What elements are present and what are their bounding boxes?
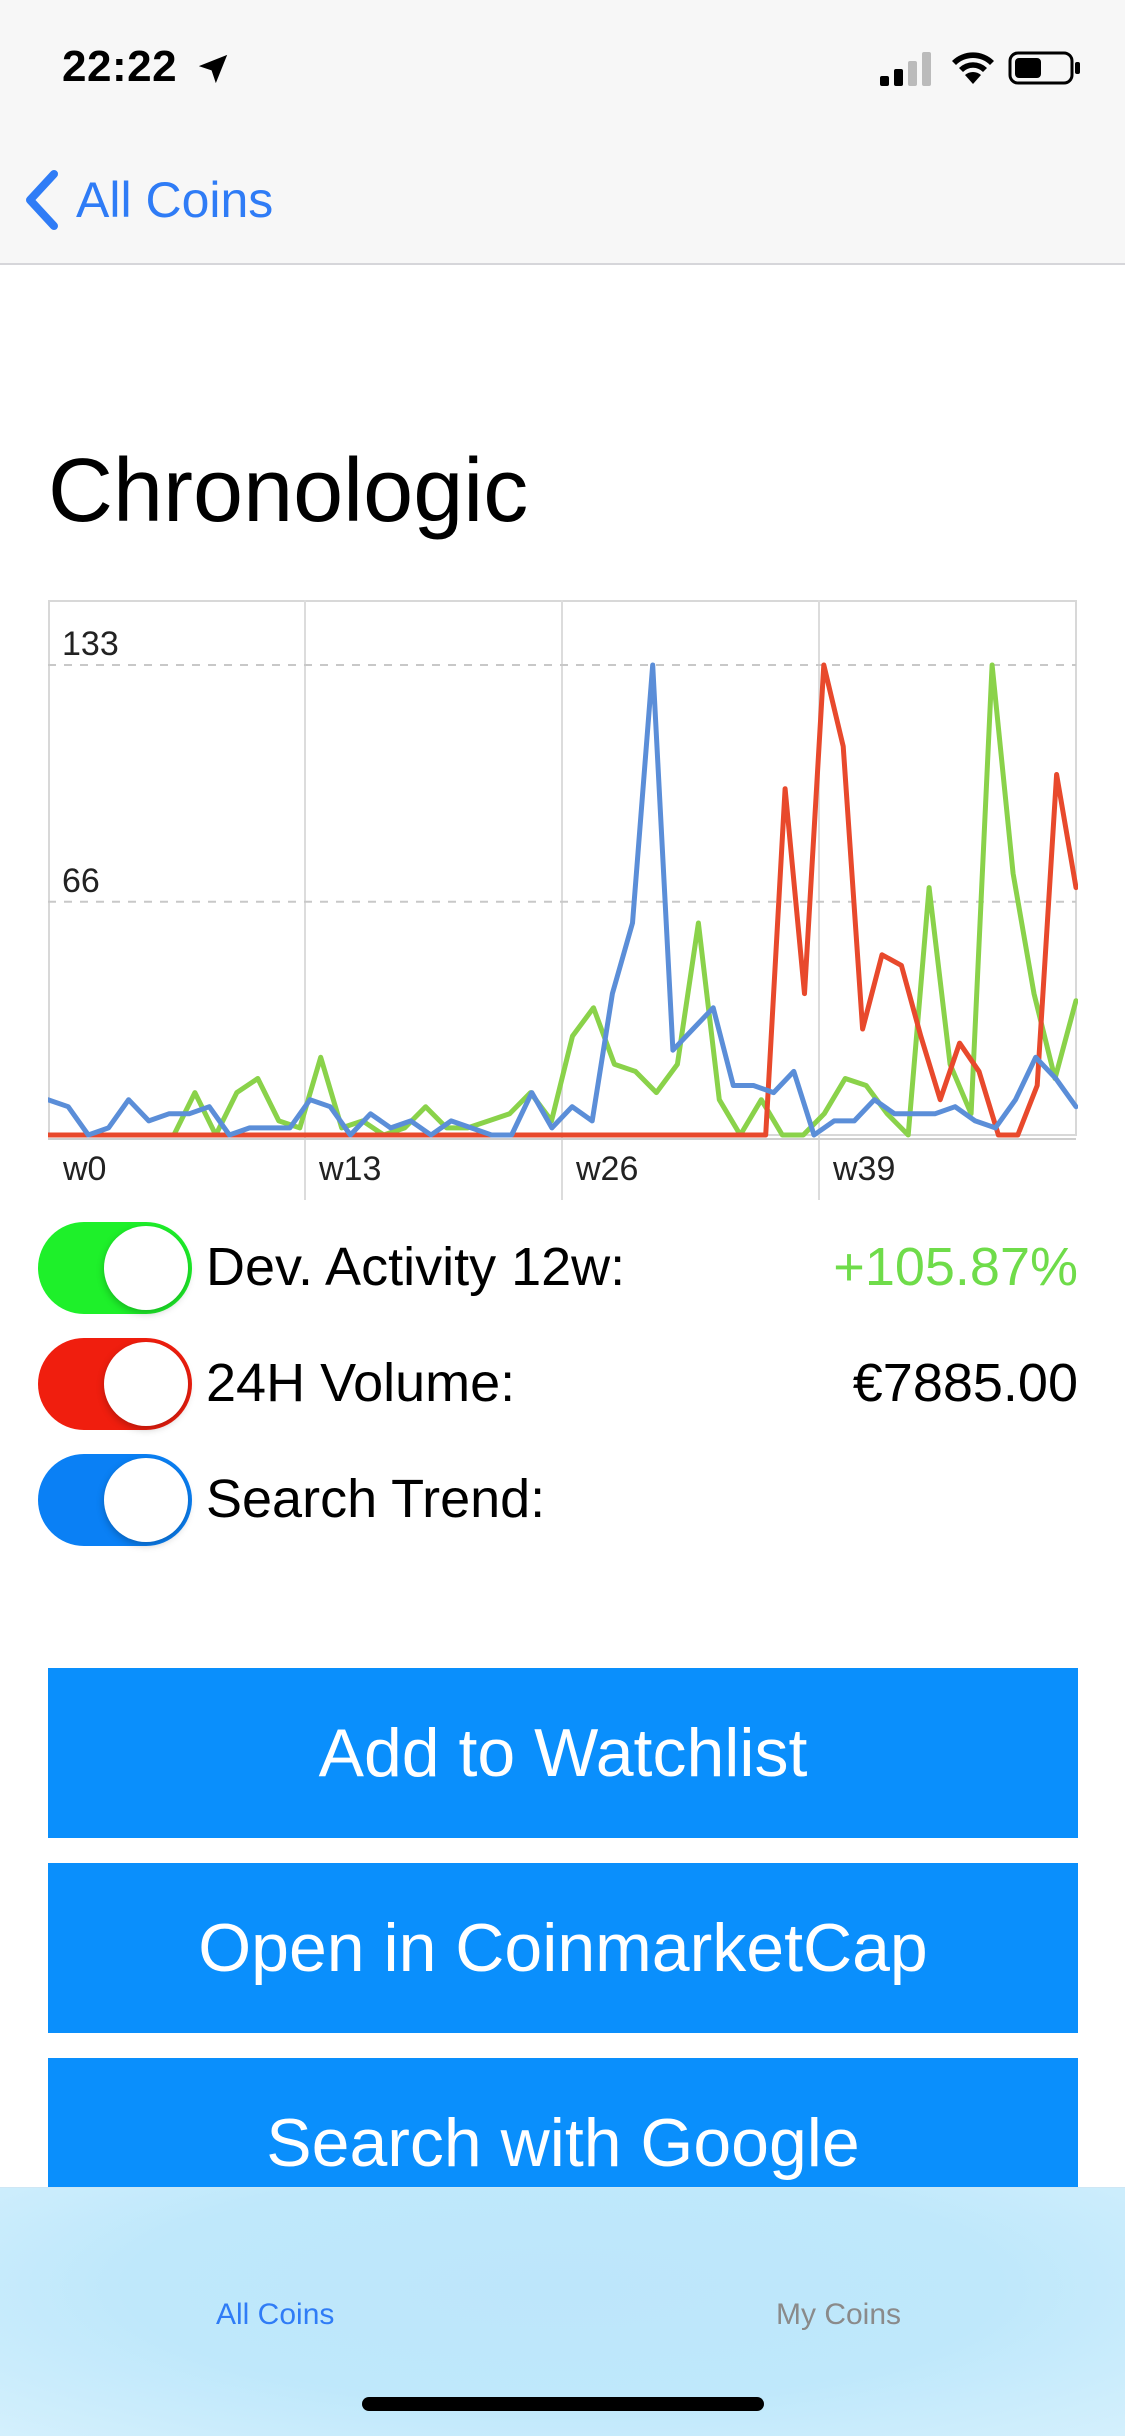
- x-tick-label: w13: [318, 1150, 381, 1188]
- metric-row-dev-activity: Dev. Activity 12w: +105.87%: [38, 1222, 1078, 1322]
- home-indicator: [362, 2397, 764, 2411]
- chart-svg: w0 w13 w26 w39 133 66: [48, 600, 1078, 1200]
- volume-value: €7885.00: [852, 1353, 1078, 1413]
- dev-activity-value: +105.87%: [833, 1237, 1078, 1297]
- chevron-left-icon: [26, 170, 58, 230]
- navigation-bar: All Coins: [0, 132, 1125, 265]
- volume-toggle[interactable]: [38, 1338, 192, 1430]
- wifi-icon: [952, 52, 994, 84]
- add-to-watchlist-button[interactable]: Add to Watchlist: [48, 1668, 1078, 1838]
- status-bar: 22:22: [0, 0, 1125, 132]
- open-coinmarketcap-button[interactable]: Open in CoinmarketCap: [48, 1863, 1078, 2033]
- tab-my-coins[interactable]: My Coins: [776, 2298, 901, 2332]
- dev-activity-toggle[interactable]: [38, 1222, 192, 1314]
- toggle-knob: [104, 1458, 188, 1542]
- y-tick-label: 133: [62, 625, 119, 663]
- page-title: Chronologic: [48, 441, 529, 541]
- battery-icon: [1008, 51, 1080, 85]
- x-tick-label: w26: [575, 1150, 638, 1188]
- metric-row-search-trend: Search Trend:: [38, 1454, 1078, 1554]
- y-tick-label: 66: [62, 862, 100, 900]
- cellular-signal-icon: [880, 52, 931, 86]
- search-trend-toggle[interactable]: [38, 1454, 192, 1546]
- volume-label: 24H Volume:: [206, 1353, 516, 1413]
- toggle-knob: [104, 1226, 188, 1310]
- x-tick-label: w0: [62, 1150, 106, 1188]
- toggle-knob: [104, 1342, 188, 1426]
- status-time: 22:22: [62, 42, 178, 91]
- search-trend-label: Search Trend:: [206, 1469, 546, 1529]
- metric-row-24h-volume: 24H Volume: €7885.00: [38, 1338, 1078, 1438]
- back-button-label: All Coins: [76, 172, 274, 228]
- dev-activity-label: Dev. Activity 12w:: [206, 1237, 626, 1297]
- screen: 22:22 All Coins Chronologic w0 w13 w26 w…: [0, 0, 1125, 2436]
- line-chart: w0 w13 w26 w39 133 66: [48, 600, 1078, 1200]
- location-arrow-icon: [198, 54, 228, 84]
- tab-all-coins[interactable]: All Coins: [216, 2298, 334, 2332]
- back-button[interactable]: All Coins: [22, 164, 273, 236]
- x-tick-label: w39: [832, 1150, 895, 1188]
